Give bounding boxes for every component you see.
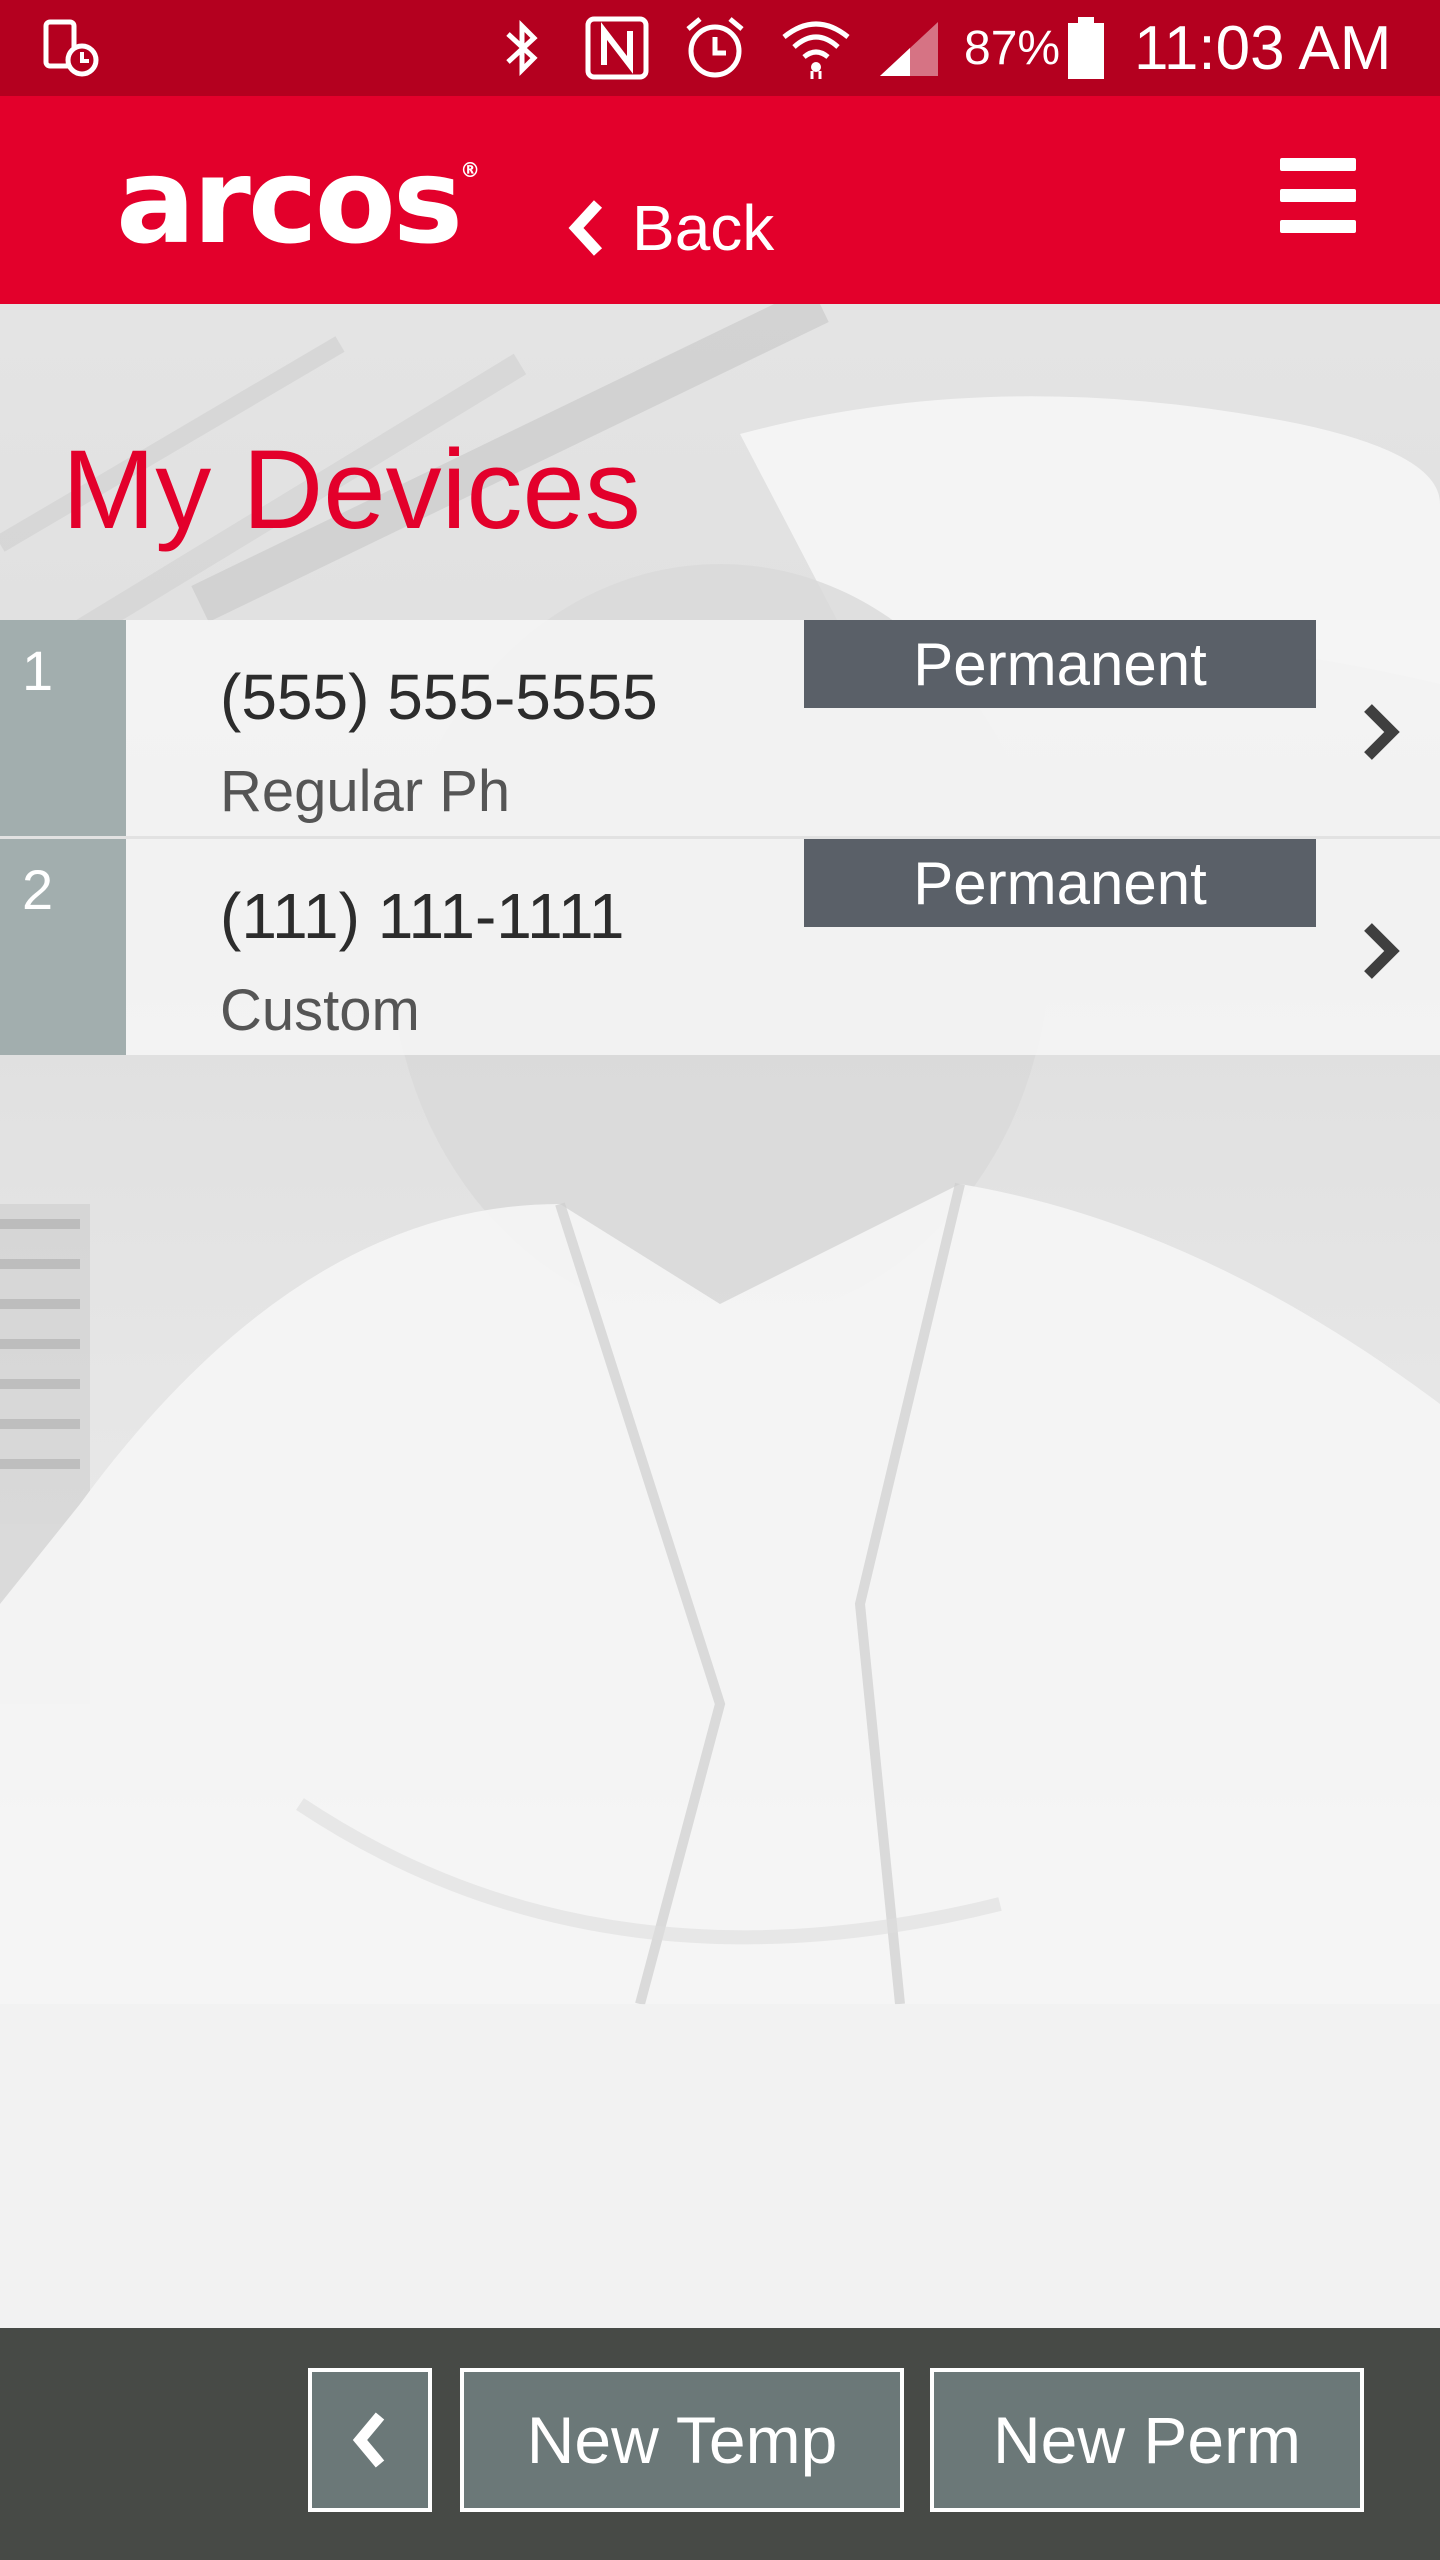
signal-icon [874, 0, 944, 96]
bluetooth-icon [494, 0, 550, 96]
clock: 11:03 AM [1134, 13, 1392, 83]
chevron-left-icon [350, 2410, 390, 2470]
battery-icon [1064, 0, 1108, 96]
status-badge: Permanent [804, 620, 1316, 708]
device-phone-number: (555) 555-5555 [220, 661, 658, 733]
row-index: 1 [22, 639, 54, 702]
battery-percent: 87% [964, 21, 1061, 75]
device-timer-icon [40, 0, 104, 96]
row-index-cell: 2 [0, 839, 126, 1055]
chevron-right-icon[interactable] [1356, 700, 1406, 764]
back-button[interactable]: Back [566, 188, 774, 268]
wifi-icon [778, 0, 854, 96]
status-bar: 87% 11:03 AM [0, 0, 1440, 96]
status-badge: Permanent [804, 839, 1316, 927]
device-type: Custom [220, 978, 420, 1043]
chevron-left-icon [566, 198, 606, 258]
chevron-right-icon[interactable] [1356, 919, 1406, 983]
hamburger-menu-icon[interactable] [1278, 156, 1358, 236]
device-type: Regular Ph [220, 759, 511, 824]
alarm-icon [680, 0, 750, 96]
logo-registered-mark: ® [460, 158, 480, 182]
new-temp-button[interactable]: New Temp [460, 2368, 904, 2512]
previous-button[interactable] [308, 2368, 432, 2512]
device-phone-number: (111) 111-1111 [220, 880, 625, 952]
row-index: 2 [22, 858, 54, 921]
back-label: Back [632, 192, 775, 264]
device-row[interactable]: 1 (555) 555-5555 Regular Ph Permanent [0, 620, 1440, 836]
background-photo [0, 304, 1440, 2328]
device-row[interactable]: 2 (111) 111-1111 Custom Permanent [0, 839, 1440, 1055]
nfc-icon [582, 0, 652, 96]
row-index-cell: 1 [0, 620, 126, 836]
new-perm-button[interactable]: New Perm [930, 2368, 1364, 2512]
logo-text: arcos [116, 132, 463, 270]
arcos-logo: arcos® [116, 142, 480, 260]
page-title: My Devices [62, 427, 641, 552]
